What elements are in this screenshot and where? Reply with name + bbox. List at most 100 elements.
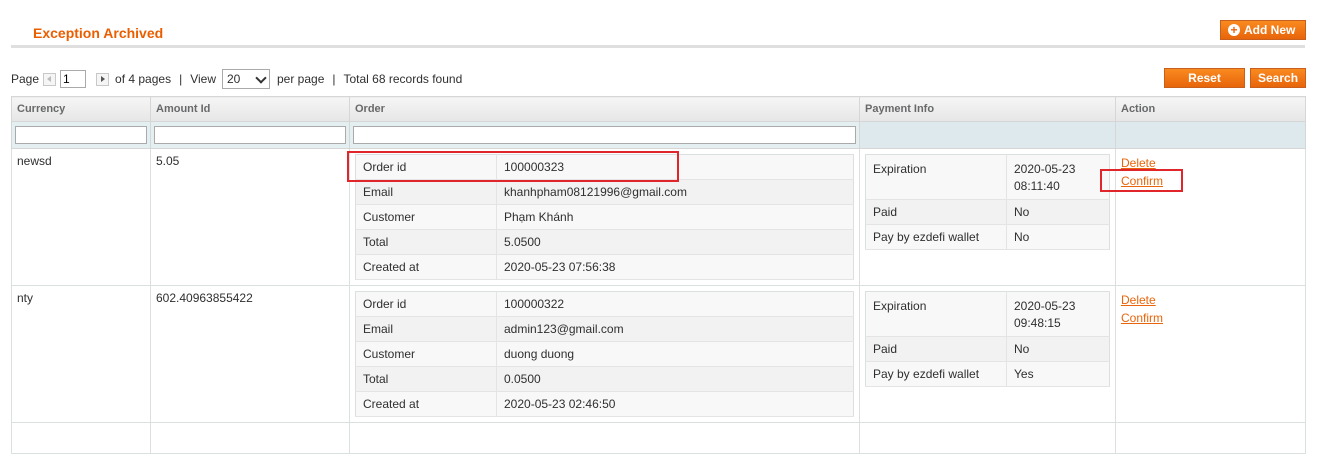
total-records: Total 68 records found xyxy=(343,72,463,86)
reset-filter-button[interactable]: Reset Filter xyxy=(1164,68,1245,103)
wallet-label: Pay by ezdefi wallet xyxy=(865,361,1007,387)
payment-row-paid: Paid No xyxy=(865,336,1110,362)
order-field-label: Order id xyxy=(355,154,497,180)
order-field-value: 100000322 xyxy=(496,291,854,317)
action-filter-cell xyxy=(1115,121,1306,149)
order-field-value: admin123@gmail.com xyxy=(496,316,854,342)
expiration-date: 2020-05-23 xyxy=(1014,162,1076,176)
order-detail-row: Total 0.0500 xyxy=(355,366,854,392)
title-divider xyxy=(11,45,1305,48)
order-detail-row: Total 5.0500 xyxy=(355,229,854,255)
wallet-label: Pay by ezdefi wallet xyxy=(865,224,1007,250)
order-field-label: Customer xyxy=(355,341,497,367)
amount-id-cell: 5.05 xyxy=(150,148,350,286)
page-title: Exception Archived xyxy=(33,25,164,41)
table-row: nty 602.40963855422 Order id 100000322 E… xyxy=(11,285,1306,423)
column-header-action: Action xyxy=(1115,96,1306,122)
confirm-link[interactable]: Confirm xyxy=(1121,309,1300,327)
pager: Page of 4 pages | View 20 per page | Tot… xyxy=(11,69,462,89)
expiration-time: 08:11:40 xyxy=(1014,179,1060,193)
pager-separator: | xyxy=(332,72,336,86)
order-field-value: duong duong xyxy=(496,341,854,367)
wallet-value: Yes xyxy=(1006,361,1110,387)
amount-id-cell: 602.40963855422 xyxy=(150,285,350,423)
order-field-value: 100000323 xyxy=(496,154,854,180)
table-row xyxy=(11,422,1306,454)
order-details: Order id 100000322 Email admin123@gmail.… xyxy=(355,291,854,417)
order-detail-row: Customer Phạm Khánh xyxy=(355,204,854,230)
column-header-currency[interactable]: Currency xyxy=(11,96,151,122)
order-field-value: Phạm Khánh xyxy=(496,204,854,230)
paid-value: No xyxy=(1006,336,1110,362)
pager-separator: | xyxy=(179,72,183,86)
next-page-icon[interactable] xyxy=(96,72,110,86)
order-field-value: 5.0500 xyxy=(496,229,854,255)
payment-details: Expiration 2020-05-23 08:11:40 Paid No Pa… xyxy=(865,154,1110,250)
order-field-label: Customer xyxy=(355,204,497,230)
chevron-down-icon xyxy=(255,71,267,84)
order-detail-row: Email khanhpham08121996@gmail.com xyxy=(355,179,854,205)
order-cell: Order id 100000323 Email khanhpham081219… xyxy=(349,148,860,286)
page-label: Page xyxy=(11,72,40,86)
order-field-label: Created at xyxy=(355,391,497,417)
paid-label: Paid xyxy=(865,199,1007,225)
per-page-label: per page xyxy=(277,72,325,86)
expiration-time: 09:48:15 xyxy=(1014,316,1061,330)
order-field-label: Email xyxy=(355,316,497,342)
order-detail-row: Customer duong duong xyxy=(355,341,854,367)
order-field-label: Total xyxy=(355,229,497,255)
expiration-label: Expiration xyxy=(865,291,1007,337)
confirm-link[interactable]: Confirm xyxy=(1121,172,1300,190)
payment-row-paid: Paid No xyxy=(865,199,1110,225)
view-label: View xyxy=(190,72,216,86)
order-cell: Order id 100000322 Email admin123@gmail.… xyxy=(349,285,860,423)
currency-filter-input[interactable] xyxy=(15,126,147,144)
per-page-select[interactable]: 20 xyxy=(222,69,270,89)
order-detail-row: Created at 2020-05-23 07:56:38 xyxy=(355,254,854,280)
per-page-value: 20 xyxy=(227,72,241,86)
order-field-value: 2020-05-23 07:56:38 xyxy=(496,254,854,280)
order-field-label: Email xyxy=(355,179,497,205)
payment-row-wallet: Pay by ezdefi wallet No xyxy=(865,224,1110,250)
order-filter-input[interactable] xyxy=(353,126,856,144)
wallet-value: No xyxy=(1006,224,1110,250)
payment-row-expiration: Expiration 2020-05-23 09:48:15 xyxy=(865,291,1110,337)
order-detail-row: Order id 100000323 xyxy=(355,154,854,180)
add-new-button[interactable]: + Add New xyxy=(1220,20,1306,40)
order-field-label: Order id xyxy=(355,291,497,317)
delete-link[interactable]: Delete xyxy=(1121,291,1300,309)
order-detail-row: Created at 2020-05-23 02:46:50 xyxy=(355,391,854,417)
exception-grid: Currency Amount Id Order Payment Info Ac… xyxy=(11,96,1306,454)
column-header-amount-id[interactable]: Amount Id xyxy=(150,96,350,122)
order-detail-row: Order id 100000322 xyxy=(355,291,854,317)
column-header-order[interactable]: Order xyxy=(349,96,860,122)
plus-icon: + xyxy=(1228,24,1240,36)
paid-label: Paid xyxy=(865,336,1007,362)
order-field-value: khanhpham08121996@gmail.com xyxy=(496,179,854,205)
page-count: of 4 pages xyxy=(115,72,172,86)
expiration-value: 2020-05-23 09:48:15 xyxy=(1006,291,1110,337)
order-field-value: 2020-05-23 02:46:50 xyxy=(496,391,854,417)
action-cell: Delete Confirm xyxy=(1115,285,1306,423)
amount-id-filter-input[interactable] xyxy=(154,126,346,144)
payment-row-expiration: Expiration 2020-05-23 08:11:40 xyxy=(865,154,1110,200)
search-button[interactable]: Search xyxy=(1250,68,1306,88)
payment-cell: Expiration 2020-05-23 09:48:15 Paid No Pa… xyxy=(859,285,1116,423)
order-field-label: Created at xyxy=(355,254,497,280)
order-field-label: Total xyxy=(355,366,497,392)
action-cell: Delete Confirm xyxy=(1115,148,1306,286)
payment-cell: Expiration 2020-05-23 08:11:40 Paid No Pa… xyxy=(859,148,1116,286)
table-row: newsd 5.05 Order id 100000323 Email khan… xyxy=(11,148,1306,286)
currency-cell: newsd xyxy=(11,148,151,286)
payment-filter-cell xyxy=(859,121,1116,149)
paid-value: No xyxy=(1006,199,1110,225)
expiration-label: Expiration xyxy=(865,154,1007,200)
page-number-input[interactable] xyxy=(60,70,87,88)
column-header-payment-info[interactable]: Payment Info xyxy=(859,96,1116,122)
expiration-value: 2020-05-23 08:11:40 xyxy=(1006,154,1110,200)
prev-page-icon[interactable] xyxy=(43,72,57,86)
delete-link[interactable]: Delete xyxy=(1121,154,1300,172)
order-details: Order id 100000323 Email khanhpham081219… xyxy=(355,154,854,280)
order-detail-row: Email admin123@gmail.com xyxy=(355,316,854,342)
order-field-value: 0.0500 xyxy=(496,366,854,392)
